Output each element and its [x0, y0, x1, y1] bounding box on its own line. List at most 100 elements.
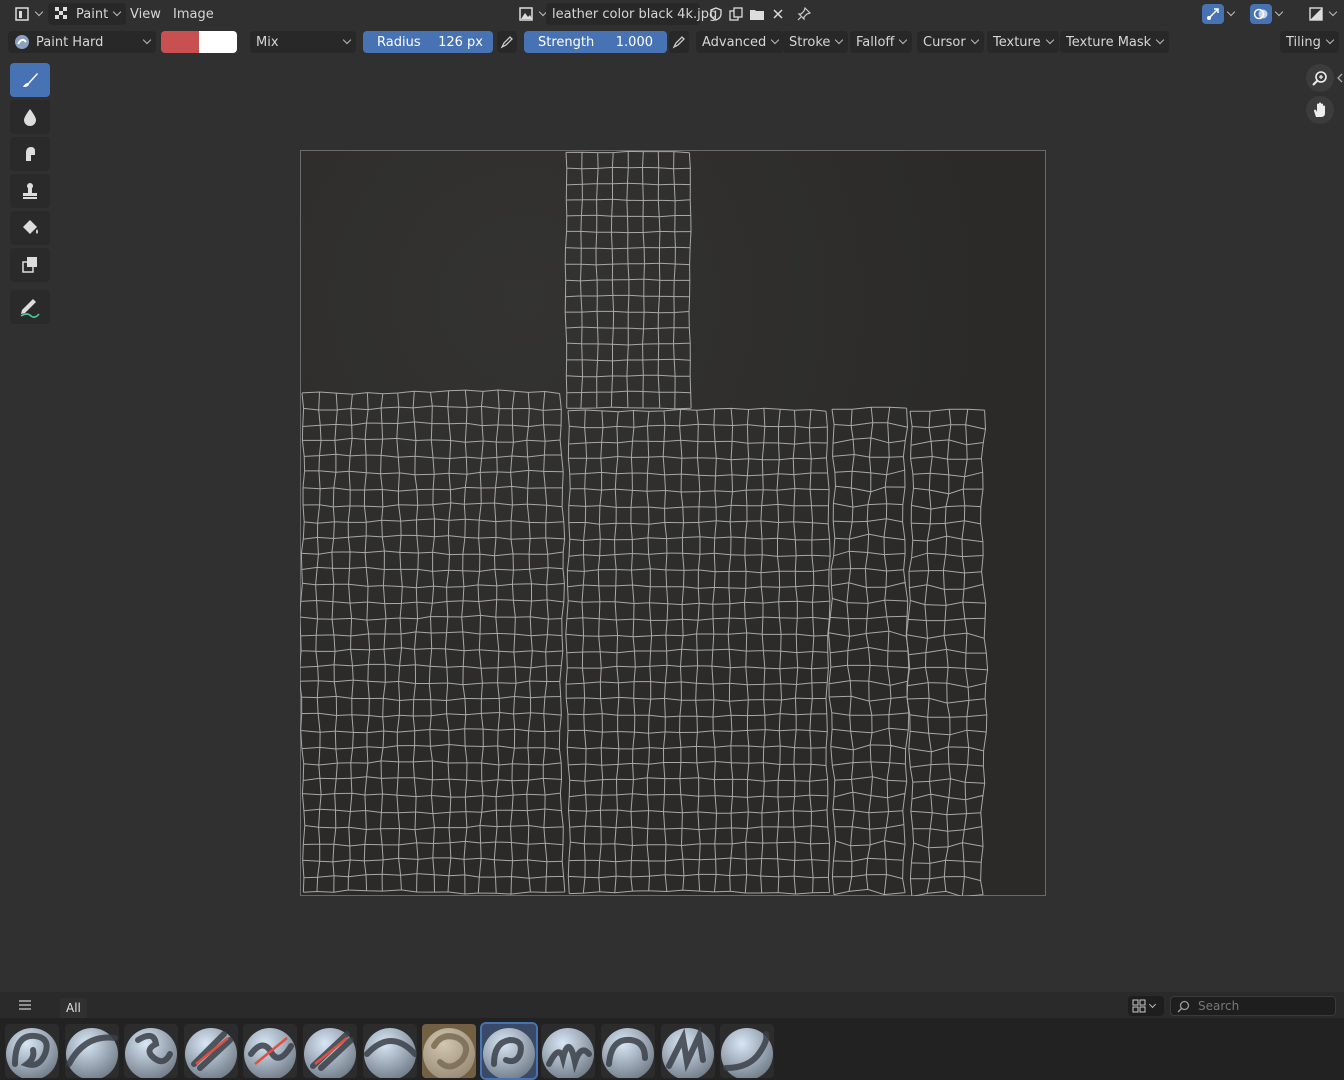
gizmo-dropdown[interactable]: [1222, 3, 1238, 25]
brush-stroke-icon: [65, 1028, 118, 1078]
shelf-search-input[interactable]: Search: [1170, 996, 1336, 1016]
gizmo-icon: [1207, 8, 1219, 20]
brush-thumbnail[interactable]: [479, 1022, 538, 1080]
menu-view[interactable]: View: [124, 3, 167, 25]
image-name-field[interactable]: leather color black 4k.jpg: [546, 3, 717, 25]
strength-label: Strength: [538, 34, 595, 50]
zoom-icon: [1312, 71, 1327, 86]
brush-stroke-icon: [304, 1028, 356, 1078]
uv-layout-overlay: [300, 150, 989, 896]
fill-brush-tool[interactable]: [10, 211, 50, 245]
mask-brush-tool[interactable]: [10, 248, 50, 282]
uv-island-left-panel: [300, 389, 566, 895]
brush-icon: [23, 73, 38, 87]
blend-mode-label: Mix: [256, 34, 279, 50]
uv-island-center-panel: [565, 407, 831, 895]
gizmo-toggle[interactable]: [1202, 4, 1224, 24]
falloff-label: Falloff: [856, 34, 895, 50]
primary-color-swatch[interactable]: [161, 31, 199, 53]
uv-island-strap: [564, 150, 692, 410]
falloff-popover[interactable]: Falloff: [850, 31, 913, 53]
brush-thumbnail[interactable]: [601, 1024, 655, 1078]
brush-thumbnail[interactable]: [5, 1024, 59, 1078]
hand-icon: [1314, 102, 1325, 117]
soften-brush-tool[interactable]: [10, 100, 50, 134]
strength-slider[interactable]: Strength 1.000: [524, 31, 667, 53]
uv-island-side-strip-b: [905, 408, 989, 896]
brush-preview-icon: [15, 35, 29, 49]
tool-settings-bar: Paint Hard Mix Radius 126 px Strength 1.…: [0, 29, 1344, 55]
brush-stroke-icon: [125, 1028, 178, 1078]
bucket-icon: [23, 220, 38, 234]
brush-selector[interactable]: Paint Hard: [8, 31, 156, 53]
brush-thumbnail[interactable]: [660, 1024, 715, 1078]
pin-icon: [797, 6, 812, 21]
brush-thumbnail[interactable]: [243, 1024, 298, 1078]
shelf-tab-all[interactable]: All: [60, 998, 87, 1018]
brush-stroke-icon: [6, 1028, 58, 1078]
strength-value: 1.000: [615, 34, 653, 50]
brush-thumbnail[interactable]: [720, 1024, 775, 1078]
radius-slider[interactable]: Radius 126 px: [363, 31, 493, 53]
annotate-icon: [20, 299, 40, 318]
editor-type-button[interactable]: [8, 3, 48, 25]
radius-label: Radius: [377, 34, 421, 50]
clone-brush-tool[interactable]: [10, 174, 50, 208]
brush-thumbnail[interactable]: [64, 1024, 119, 1078]
brush-stroke-icon: [363, 1028, 417, 1078]
unlink-image-button[interactable]: [764, 3, 792, 25]
shelf-menu-button[interactable]: [18, 999, 32, 1015]
draw-brush-tool[interactable]: [10, 63, 50, 97]
display-channels-button[interactable]: [1302, 3, 1342, 25]
drop-icon: [24, 109, 36, 126]
brush-thumbnail[interactable]: [303, 1024, 357, 1078]
blend-mode-dropdown[interactable]: Mix: [250, 31, 356, 53]
brush-thumbnail[interactable]: [541, 1024, 596, 1078]
cursor-popover[interactable]: Cursor: [917, 31, 984, 53]
texture-mask-popover[interactable]: Texture Mask: [1060, 31, 1170, 53]
mode-dropdown[interactable]: Paint: [48, 3, 127, 25]
texture-label: Texture: [993, 34, 1041, 50]
brush-stroke-icon: [422, 1024, 477, 1078]
radius-value: 126 px: [438, 34, 483, 50]
zoom-button[interactable]: [1306, 64, 1334, 92]
brush-stroke-icon: [184, 1028, 237, 1078]
brush-thumbnail[interactable]: [362, 1024, 417, 1078]
brush-stroke-icon: [602, 1028, 654, 1078]
tiling-popover[interactable]: Tiling: [1280, 31, 1339, 53]
tiling-label: Tiling: [1286, 34, 1321, 50]
uv-island-side-strip-a: [827, 406, 911, 896]
sidebar-toggle[interactable]: [1336, 72, 1344, 83]
radius-pressure-toggle[interactable]: [497, 31, 517, 53]
strength-pressure-toggle[interactable]: [669, 31, 689, 53]
stroke-popover[interactable]: Stroke: [783, 31, 849, 53]
image-icon: [519, 7, 533, 21]
brush-thumbnail[interactable]: [124, 1024, 179, 1078]
secondary-color-swatch[interactable]: [199, 31, 237, 53]
brush-stroke-icon: [661, 1025, 714, 1078]
tool-shelf: [10, 63, 50, 327]
image-editor-header: Paint View Image leather color black 4k.…: [0, 0, 1344, 29]
smear-brush-tool[interactable]: [10, 137, 50, 171]
brush-stroke-icon: [244, 1028, 297, 1078]
texture-mask-label: Texture Mask: [1066, 34, 1152, 50]
checker-icon: [55, 7, 67, 19]
texture-popover[interactable]: Texture: [987, 31, 1059, 53]
pin-button[interactable]: [790, 3, 818, 25]
brush-stroke-icon: [721, 1028, 774, 1078]
search-placeholder: Search: [1198, 999, 1240, 1013]
menu-image[interactable]: Image: [167, 3, 220, 25]
image-editor-icon: [15, 7, 29, 21]
pan-button[interactable]: [1306, 96, 1334, 124]
close-icon: [773, 9, 783, 19]
brush-thumbnail[interactable]: [183, 1024, 238, 1078]
display-settings-button[interactable]: [1128, 996, 1164, 1016]
annotate-tool[interactable]: [10, 290, 50, 324]
advanced-popover[interactable]: Advanced: [696, 31, 785, 53]
overlay-dropdown[interactable]: [1270, 3, 1286, 25]
overlay-toggle[interactable]: [1250, 4, 1272, 24]
smear-icon: [26, 147, 35, 161]
search-icon: [1177, 1000, 1190, 1012]
mask-icon: [22, 257, 37, 273]
brush-thumbnail[interactable]: [422, 1024, 477, 1078]
